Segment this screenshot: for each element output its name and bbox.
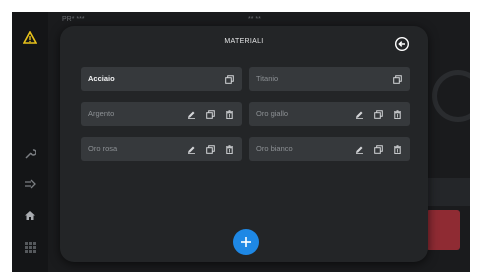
trash-icon[interactable] [390, 107, 404, 121]
background-header-left: PR* *** [62, 16, 85, 23]
edit-icon[interactable] [184, 107, 198, 121]
material-card-titanio[interactable]: Titanio [249, 67, 410, 91]
dialog-title: MATERIALI [224, 38, 264, 45]
material-card-oro-rosa[interactable]: Oro rosa [81, 137, 242, 161]
material-card-argento[interactable]: Argento [81, 102, 242, 126]
trash-icon[interactable] [390, 142, 404, 156]
materials-dialog: MATERIALI Acciaio Titanio Argento Oro gi… [60, 26, 428, 262]
trash-icon[interactable] [222, 107, 236, 121]
material-label: Oro rosa [88, 144, 118, 153]
material-label: Oro giallo [256, 109, 289, 118]
background-header-center: ** ** [248, 16, 261, 23]
background-stop-button[interactable] [426, 210, 460, 250]
copy-icon[interactable] [203, 142, 217, 156]
material-label: Titanio [256, 74, 279, 83]
material-label: Argento [88, 109, 115, 118]
warning-icon[interactable] [21, 28, 39, 46]
grid-icon[interactable] [21, 238, 39, 256]
copy-icon[interactable] [371, 142, 385, 156]
copy-icon[interactable] [203, 107, 217, 121]
home-icon[interactable] [21, 206, 39, 224]
copy-icon[interactable] [222, 72, 236, 86]
material-label: Oro bianco [256, 144, 293, 153]
export-icon[interactable] [21, 175, 39, 193]
back-arrow-icon[interactable] [394, 36, 410, 52]
trash-icon[interactable] [222, 142, 236, 156]
material-card-oro-bianco[interactable]: Oro bianco [249, 137, 410, 161]
plus-icon [241, 237, 251, 247]
edit-icon[interactable] [352, 107, 366, 121]
material-label: Acciaio [88, 74, 115, 83]
background-progress-ring [432, 70, 470, 122]
material-card-acciaio[interactable]: Acciaio [81, 67, 242, 91]
sidebar [12, 12, 48, 272]
edit-icon[interactable] [352, 142, 366, 156]
material-card-oro-giallo[interactable]: Oro giallo [249, 102, 410, 126]
add-material-button[interactable] [233, 229, 259, 255]
copy-icon[interactable] [371, 107, 385, 121]
wrench-icon[interactable] [21, 145, 39, 163]
edit-icon[interactable] [184, 142, 198, 156]
copy-icon[interactable] [390, 72, 404, 86]
